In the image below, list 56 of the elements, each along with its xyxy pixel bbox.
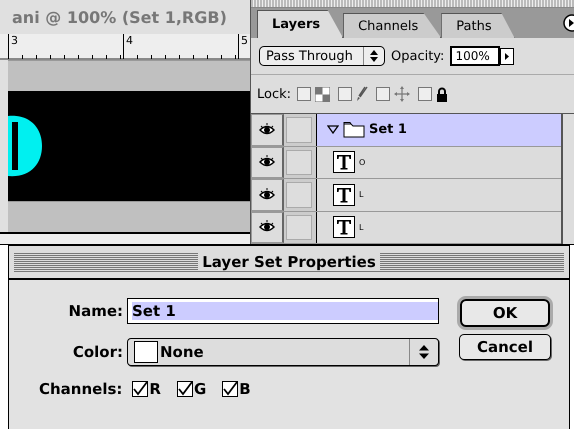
dialog-button[interactable]: Cancel	[459, 334, 551, 360]
channel-checkbox[interactable]: G	[176, 380, 206, 398]
eye-icon	[259, 188, 275, 202]
dialog-title: Layer Set Properties	[198, 253, 380, 271]
layer-name: O	[359, 158, 366, 167]
folder-icon	[343, 121, 365, 138]
panel-tab[interactable]: Layers	[257, 10, 344, 38]
stepper-arrows-icon	[419, 345, 429, 359]
color-label: Color:	[72, 343, 123, 361]
opacity-label: Opacity:	[391, 48, 444, 64]
link-cell[interactable]	[286, 150, 312, 175]
move-icon	[394, 86, 410, 102]
panel-tab[interactable]: Channels	[343, 13, 442, 38]
panel-tab[interactable]: Paths	[441, 13, 515, 38]
layer-row[interactable]: L	[316, 212, 561, 243]
opacity-field[interactable]: 100%	[450, 46, 500, 66]
layer-name: L	[359, 222, 364, 232]
lock-checkbox[interactable]	[418, 87, 432, 101]
panel-grip-bar[interactable]	[251, 0, 574, 8]
brush-icon	[356, 86, 368, 102]
lock-checkbox[interactable]	[297, 87, 312, 101]
visibility-toggle[interactable]	[251, 114, 284, 146]
visibility-toggle[interactable]	[251, 179, 284, 210]
lock-label: Lock:	[257, 86, 292, 102]
checkerboard-icon	[315, 86, 330, 102]
layer-name: L	[359, 190, 364, 200]
lock-checkbox[interactable]	[376, 87, 390, 101]
link-cell[interactable]	[286, 182, 312, 208]
ruler-label: 3	[11, 34, 18, 47]
eye-icon	[259, 155, 275, 170]
stepper-arrows-icon	[370, 50, 378, 62]
lock-icon	[436, 86, 448, 102]
link-cell[interactable]	[286, 214, 312, 240]
text-layer-icon	[333, 151, 355, 174]
lock-checkbox[interactable]	[338, 87, 352, 101]
channels-label: Channels:	[39, 380, 122, 398]
layer-name: Set 1	[369, 122, 407, 138]
visibility-toggle[interactable]	[251, 146, 284, 178]
layer-row[interactable]: O	[316, 146, 561, 178]
ruler-label: 5	[241, 34, 248, 47]
name-label: Name:	[68, 302, 123, 320]
text-layer-icon	[333, 184, 355, 206]
name-field[interactable]: Set 1	[127, 298, 439, 324]
canvas-artwork	[8, 114, 44, 178]
visibility-toggle[interactable]	[251, 212, 284, 243]
eye-icon	[259, 220, 275, 234]
layer-row[interactable]: Set 1	[316, 114, 561, 146]
ruler-label: 4	[126, 34, 133, 47]
text-layer-icon	[333, 216, 355, 238]
layer-row[interactable]: L	[316, 179, 561, 210]
blend-mode-dropdown[interactable]: Pass Through	[259, 46, 385, 66]
color-dropdown[interactable]: None	[127, 338, 439, 366]
document-title: ani @ 100% (Set 1,RGB)	[12, 8, 227, 26]
eye-icon	[259, 122, 275, 137]
triangle-icon[interactable]	[327, 125, 339, 134]
link-cell[interactable]	[286, 117, 312, 142]
